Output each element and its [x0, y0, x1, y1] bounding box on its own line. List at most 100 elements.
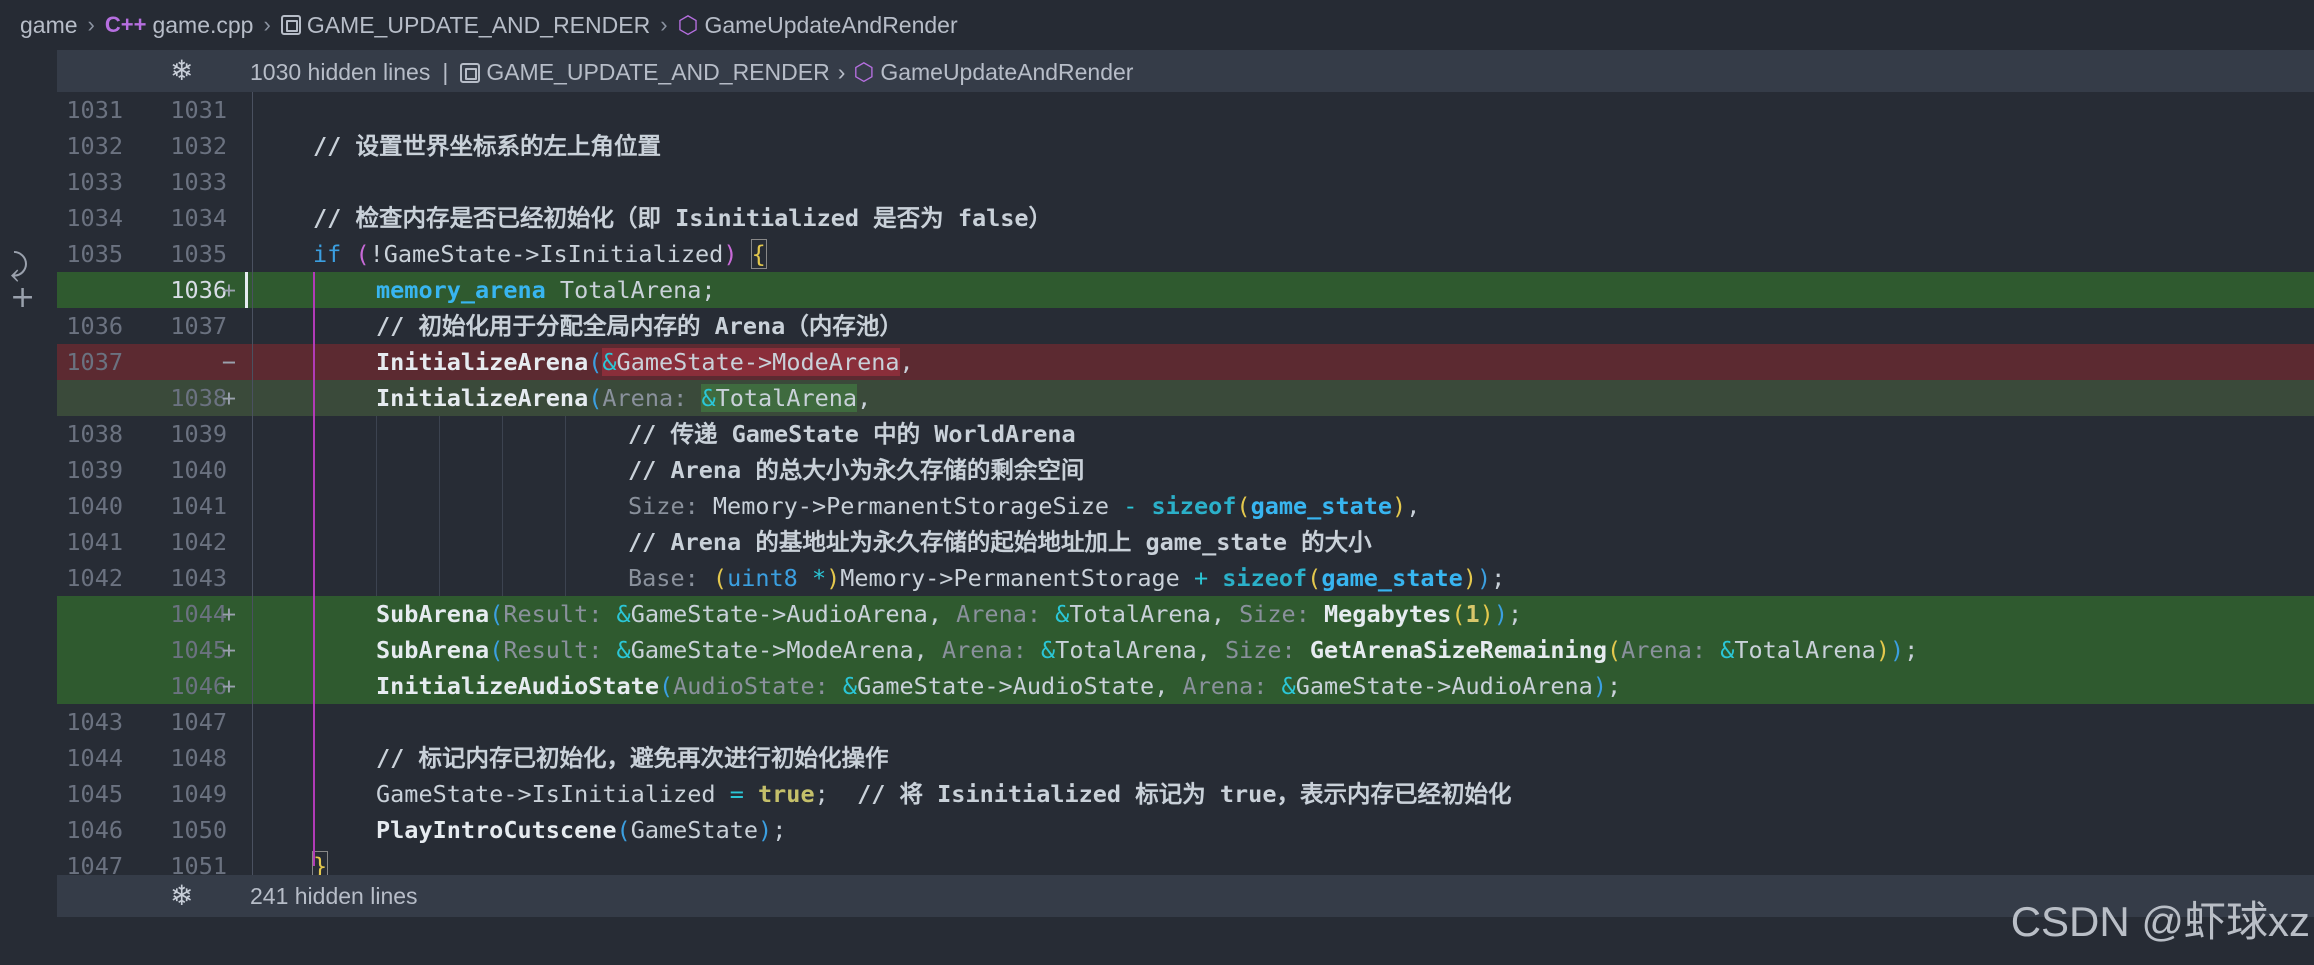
comment: // 初始化用于分配全局内存的 Arena（内存池）	[376, 312, 903, 340]
hidden-lines-fold-top[interactable]: ❄ 1030 hidden lines | GAME_UPDATE_AND_RE…	[57, 50, 2314, 92]
code-token: Arena:	[956, 600, 1042, 628]
code-token: &	[1041, 636, 1056, 664]
code-token: &	[616, 636, 631, 664]
code-token: {	[750, 239, 767, 269]
code-line[interactable]: 1045 1049 GameState->IsInitialized = true;…	[57, 776, 2314, 812]
code-token: Result:	[503, 636, 603, 664]
code-line-added[interactable]: 1036 + memory_arena TotalArena;	[57, 272, 2314, 308]
param-hint: Base:	[628, 564, 699, 592]
code-token: )	[758, 816, 773, 844]
code-line-added[interactable]: 1038 + InitializeArena(Arena: &TotalArena,	[57, 380, 2314, 416]
code-token: &	[842, 672, 858, 700]
code-line[interactable]: 1031 1031	[57, 92, 2314, 128]
chevron-right-icon: ›	[837, 59, 846, 85]
cpp-file-icon: C++	[104, 12, 147, 37]
code-token: TotalArena	[1734, 636, 1876, 664]
code-token: Memory->PermanentStorage	[840, 564, 1180, 592]
code-token: Arena:	[941, 636, 1027, 664]
line-number-original: 1032	[66, 132, 123, 160]
line-number-modified: 1043	[170, 564, 227, 592]
breadcrumb: game › C++ game.cpp › GAME_UPDATE_AND_RE…	[0, 0, 2314, 50]
code-token: // 设置世界坐标系的左上角位置	[313, 128, 661, 164]
code-token: GameState->AudioState	[857, 672, 1155, 700]
code-token: // 标记内存已初始化，避免再次进行初始化操作	[376, 740, 888, 776]
code-line[interactable]: 1033 1033	[57, 164, 2314, 200]
code-token: TotalArena	[1069, 600, 1211, 628]
code-token: PlayIntroCutscene(GameState);	[376, 816, 787, 844]
line-number-modified: 1035	[170, 240, 227, 268]
comment: // 检查内存是否已经初始化（即 Isinitialized 是否为 false…	[313, 204, 1053, 232]
divider: |	[442, 59, 449, 85]
code-line[interactable]: 1040 1041 Size: Memory->PermanentStorageSi…	[57, 488, 2314, 524]
unfold-icon[interactable]: ❄	[170, 54, 193, 87]
code-token: (	[1236, 492, 1251, 520]
line-number-modified: 1050	[170, 816, 227, 844]
breadcrumb-item-macro[interactable]: GAME_UPDATE_AND_RENDER	[307, 12, 650, 39]
code-token: InitializeArena(Arena: &TotalArena,	[376, 384, 872, 412]
code-token: PlayIntroCutscene	[376, 816, 617, 844]
unfold-icon[interactable]: ❄	[170, 879, 193, 912]
chevron-right-icon: ›	[263, 12, 271, 37]
line-number-modified: 1033	[170, 168, 227, 196]
line-number-modified: 1037	[170, 312, 227, 340]
code-token: (	[588, 384, 603, 412]
code-token: // Arena 的基地址为永久存储的起始地址加上 game_state 的大小	[628, 524, 1372, 560]
code-line[interactable]: 1034 1034 // 检查内存是否已经初始化（即 Isinitialized 是…	[57, 200, 2314, 236]
code-line[interactable]: 1046 1050 PlayIntroCutscene(GameState);	[57, 812, 2314, 848]
code-token: )	[1479, 600, 1494, 628]
breadcrumb-item-function[interactable]: GameUpdateAndRender	[704, 12, 957, 39]
line-number-modified: 1045	[170, 636, 227, 664]
breadcrumb-item-folder[interactable]: game	[20, 12, 78, 39]
code-token: // 传递 GameState 中的 WorldArena	[628, 416, 1076, 452]
code-token: sizeof	[1222, 564, 1308, 592]
code-token: &	[616, 600, 631, 628]
hidden-lines-fold-bottom[interactable]: ❄ 241 hidden lines	[57, 875, 2314, 917]
code-line[interactable]: 1043 1047	[57, 704, 2314, 740]
code-token: GameState->AudioArena	[630, 600, 928, 628]
plus-icon[interactable]: +	[10, 280, 35, 315]
code-line-added[interactable]: 1044 + SubArena(Result: &GameState->AudioA…	[57, 596, 2314, 632]
line-number-original: 1033	[66, 168, 123, 196]
code-token: Memory->PermanentStorageSize	[712, 492, 1110, 520]
code-line[interactable]: 1038 1039 // 传递 GameState 中的 WorldArena	[57, 416, 2314, 452]
code-token: uint8	[727, 564, 798, 592]
code-token: (	[489, 636, 504, 664]
line-number-original: 1043	[66, 708, 123, 736]
param-hint: Size:	[628, 492, 699, 520]
line-number-original: 1039	[66, 456, 123, 484]
code-line[interactable]: 1035 1035 if (!GameState->IsInitialized) {	[57, 236, 2314, 272]
line-number-original: 1037	[66, 348, 123, 376]
code-line[interactable]: 1044 1048 // 标记内存已初始化，避免再次进行初始化操作	[57, 740, 2314, 776]
code-line-deleted[interactable]: 1037 − InitializeArena(&GameState->ModeAre…	[57, 344, 2314, 380]
text-cursor	[245, 272, 248, 308]
macro-icon	[460, 62, 481, 83]
code-token: GetArenaSizeRemaining	[1309, 636, 1607, 664]
code-token: &	[1055, 600, 1070, 628]
code-token: // 检查内存是否已经初始化（即 Isinitialized 是否为 false…	[313, 200, 1052, 236]
code-token: memory_arena TotalArena;	[376, 272, 716, 308]
code-token: game_state	[1250, 492, 1393, 520]
code-line[interactable]: 1041 1042 // Arena 的基地址为永久存储的起始地址加上 game_s…	[57, 524, 2314, 560]
code-line[interactable]: 1036 1037 // 初始化用于分配全局内存的 Arena（内存池）	[57, 308, 2314, 344]
code-token: &GameState->ModeArena	[602, 348, 900, 376]
code-token: // Arena 的总大小为永久存储的剩余空间	[628, 452, 1084, 488]
code-token: GameState->IsInitialized	[376, 780, 716, 808]
code-line[interactable]: 1032 1032 // 设置世界坐标系的左上角位置	[57, 128, 2314, 164]
comment: // Arena 的基地址为永久存储的起始地址加上 game_state 的大小	[628, 528, 1372, 556]
line-number-modified: 1034	[170, 204, 227, 232]
code-line[interactable]: 1042 1043 Base: (uint8 *)Memory->Permanent…	[57, 560, 2314, 596]
line-number-original: 1038	[66, 420, 123, 448]
line-number-modified: 1032	[170, 132, 227, 160]
code-line[interactable]: 1039 1040 // Arena 的总大小为永久存储的剩余空间	[57, 452, 2314, 488]
function-cube-icon: ⬡	[677, 11, 699, 39]
line-number-modified: 1046	[170, 672, 227, 700]
code-token: InitializeArena(&GameState->ModeArena,	[376, 348, 914, 376]
revert-icon[interactable]: ⤸	[10, 248, 28, 283]
code-token: game_state	[1321, 564, 1463, 592]
code-line-added[interactable]: 1046 + InitializeAudioState(AudioState: &G…	[57, 668, 2314, 704]
code-token: SubArena(Result: &GameState->ModeArena, …	[376, 636, 1919, 664]
code-line-added[interactable]: 1045 + SubArena(Result: &GameState->ModeAr…	[57, 632, 2314, 668]
line-number-original: 1036	[66, 312, 123, 340]
type-name: memory_arena	[376, 276, 546, 304]
breadcrumb-item-file[interactable]: game.cpp	[152, 12, 253, 39]
